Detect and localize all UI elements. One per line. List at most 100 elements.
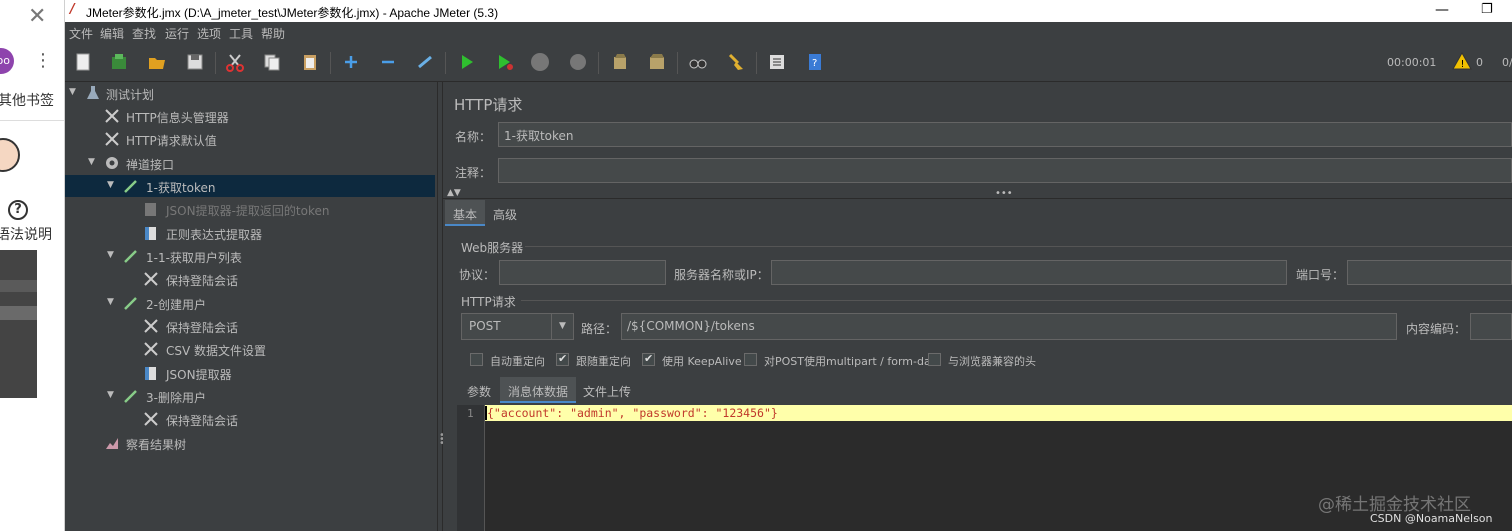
tree-node-thread-group[interactable]: ▼ 禅道接口 [65,152,435,174]
save-icon[interactable] [185,52,205,72]
restore-icon[interactable]: ❐ [1481,2,1493,17]
tree-node-delete-user[interactable]: ▼ 3-删除用户 [65,385,435,407]
tree-node-get-user-list[interactable]: ▼ 1-1-获取用户列表 [65,245,435,267]
gear-icon [106,157,118,169]
new-icon[interactable] [73,52,93,72]
templates-icon[interactable] [109,52,129,72]
chevron-down-icon[interactable]: ▼ [551,314,573,339]
keepalive-checkbox[interactable] [642,352,655,366]
server-field[interactable] [771,260,1287,285]
tree-node-results-tree[interactable]: 察看结果树 [65,432,435,454]
menu-run[interactable]: 运行 [165,25,189,42]
tree-node-create-user[interactable]: ▼ 2-创建用户 [65,292,435,314]
tree-node-keep-session-2[interactable]: 保持登陆会话 [65,315,435,337]
wrench-icon [144,342,158,356]
path-label: 路径： [581,322,618,336]
menu-help[interactable]: 帮助 [261,25,285,42]
close-icon[interactable]: ✕ [28,4,46,29]
collapse-arrows-icon[interactable]: ▲▼ [447,188,461,198]
menu-edit[interactable]: 编辑 [100,25,124,42]
tree-node-keep-session-1[interactable]: 保持登陆会话 [65,268,435,290]
auto-redirect-checkbox[interactable] [470,353,483,366]
jmeter-feather-icon: / [70,2,75,17]
tree-node-test-plan[interactable]: ▼ 测试计划 [65,82,435,104]
tree-node-json-extractor-disabled[interactable]: JSON提取器-提取返回的token [65,198,435,220]
menu-options[interactable]: 选项 [197,25,221,42]
tree-node-header-manager[interactable]: HTTP信息头管理器 [65,105,435,127]
tab-body-data[interactable]: 消息体数据 [500,377,577,403]
menu-file[interactable]: 文件 [69,25,93,42]
paste-icon[interactable] [300,52,320,72]
warning-count: 0 [1476,56,1483,69]
tree-node-json-extractor[interactable]: JSON提取器 [65,362,435,384]
tab-parameters[interactable]: 参数 [459,377,499,403]
collapse-arrow-icon[interactable]: ▼ [107,180,114,190]
collapse-arrow-icon[interactable]: ▼ [107,390,114,400]
method-select[interactable]: POST ▼ [461,313,574,340]
search-binoculars-icon[interactable] [688,52,708,72]
tree-node-get-token[interactable]: ▼ 1-获取token [65,175,435,197]
expand-all-icon[interactable] [341,52,361,72]
browser-headers-checkbox[interactable] [928,353,941,366]
encoding-field[interactable] [1470,313,1512,340]
extractor-icon [145,367,156,380]
menu-tools[interactable]: 工具 [229,25,253,42]
open-icon[interactable] [147,52,167,72]
copy-icon[interactable] [262,52,282,72]
multipart-label: 对POST使用multipart / form-data [764,355,942,368]
protocol-field[interactable] [499,260,666,285]
name-label: 名称： [455,130,492,144]
clear-all-icon[interactable] [647,52,667,72]
help-book-icon[interactable]: ? [805,52,825,72]
line-number: 1 [467,407,474,420]
collapse-all-icon[interactable] [378,52,398,72]
multipart-checkbox[interactable] [744,353,757,366]
shutdown-icon[interactable] [568,52,588,72]
other-bookmarks-label[interactable]: 其他书签 [0,90,54,110]
wrench-icon [105,132,119,146]
reset-search-broom-icon[interactable] [726,52,746,72]
tree-node-csv-config[interactable]: CSV 数据文件设置 [65,338,435,360]
line-number-gutter: 1 [457,405,485,531]
server-label: 服务器名称或IP： [674,268,769,282]
name-field[interactable]: 1-获取token [498,122,1512,147]
toolbar: ? 00:00:01 ! 0 0/ [65,42,1512,82]
tab-advanced[interactable]: 高级 [485,200,525,226]
start-no-pauses-icon[interactable] [495,52,515,72]
follow-redirects-checkbox[interactable] [556,352,569,366]
comment-field[interactable] [498,158,1512,183]
wrench-icon [144,412,158,426]
tree-node-keep-session-3[interactable]: 保持登陆会话 [65,408,435,430]
collapse-arrow-icon[interactable]: ▼ [107,297,114,307]
path-field[interactable]: /${COMMON}/tokens [621,313,1397,340]
body-text[interactable]: {"account": "admin", "password": "123456… [487,406,778,420]
toggle-icon[interactable] [415,52,435,72]
wrench-icon [105,109,119,123]
cut-icon[interactable] [225,52,245,72]
syntax-help-label[interactable]: 语法说明 [0,224,52,244]
clear-icon[interactable] [610,52,630,72]
menu-search[interactable]: 查找 [132,25,156,42]
tree-node-request-defaults[interactable]: HTTP请求默认值 [65,128,435,150]
tab-basic[interactable]: 基本 [445,200,486,226]
stop-icon[interactable] [530,52,550,72]
menu-bar: 文件 编辑 查找 运行 选项 工具 帮助 [65,22,1512,42]
minimize-icon[interactable]: — [1435,2,1449,18]
author-credit: CSDN @NoamaNelson [1370,512,1493,525]
start-icon[interactable] [457,52,477,72]
tree-node-regex-extractor[interactable]: 正则表达式提取器 [65,222,435,244]
http-request-section-title: HTTP请求 [461,295,516,309]
collapse-arrow-icon[interactable]: ▼ [88,157,95,167]
protocol-label: 协议： [459,268,496,282]
port-field[interactable] [1347,260,1512,285]
tab-file-upload[interactable]: 文件上传 [575,377,639,403]
encoding-label: 内容编码： [1406,322,1467,336]
warning-icon[interactable]: ! [1452,52,1472,70]
function-helper-icon[interactable] [767,52,787,72]
profile-avatar[interactable]: oo [0,48,14,74]
collapse-arrow-icon[interactable]: ▼ [69,87,76,97]
more-menu-icon[interactable]: ⋮ [34,50,52,71]
collapse-arrow-icon[interactable]: ▼ [107,250,114,260]
browser-side-strip: ✕ oo ⋮ 其他书签 ? 语法说明 [0,0,65,531]
help-icon[interactable]: ? [8,200,28,220]
